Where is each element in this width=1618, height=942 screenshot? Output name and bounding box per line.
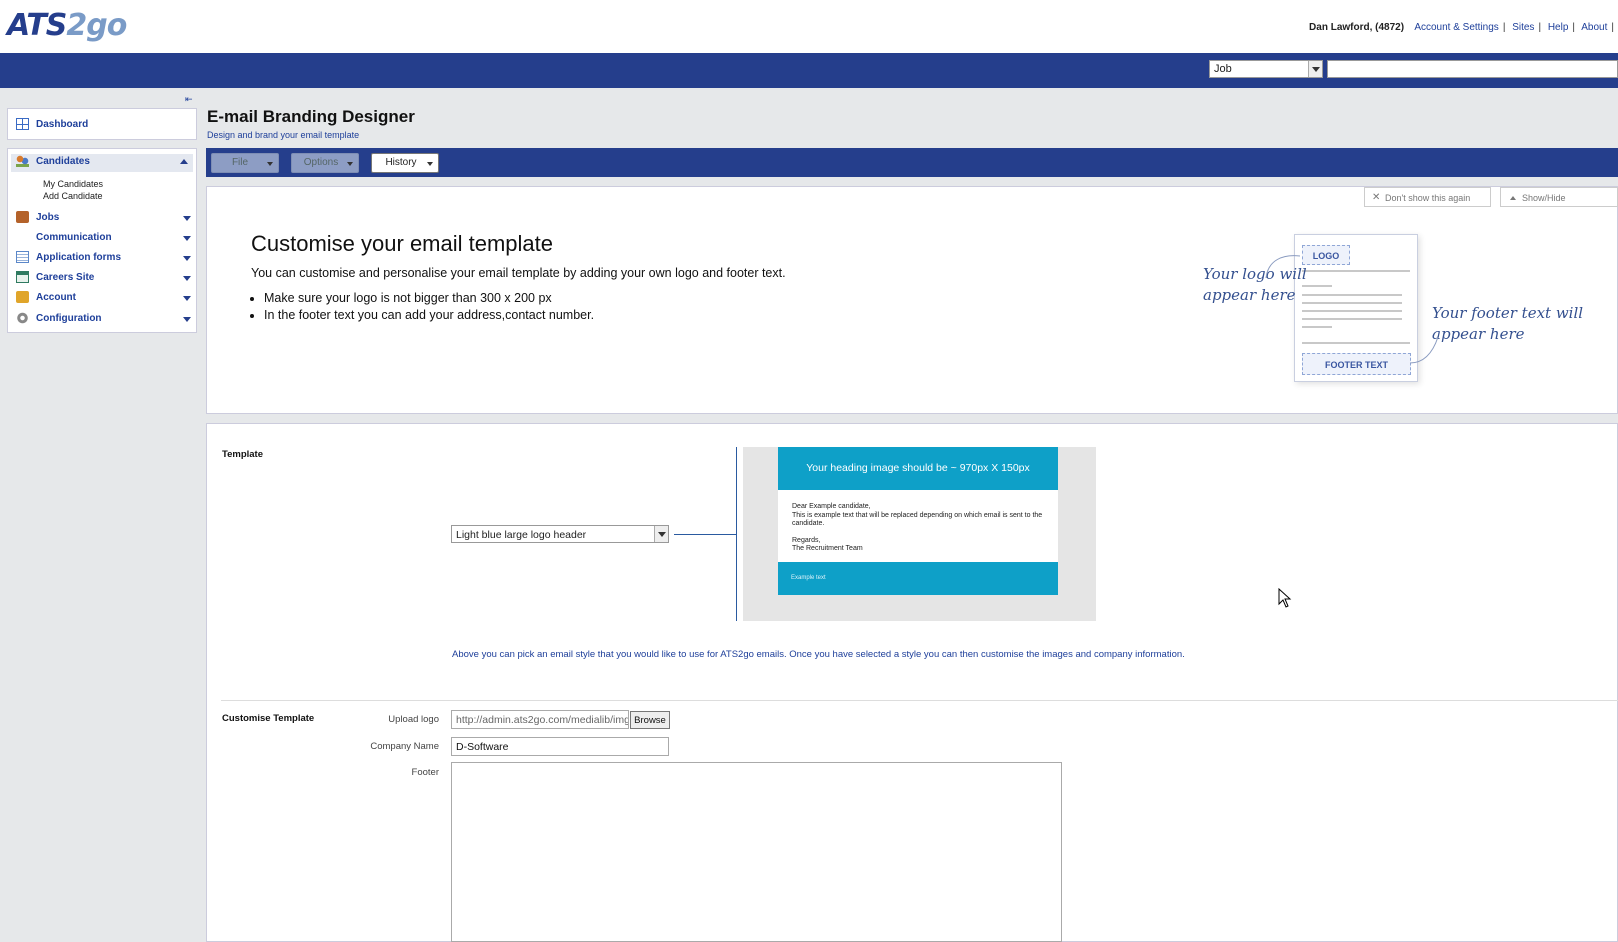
page-title: E-mail Branding Designer: [207, 107, 415, 126]
about-link[interactable]: About: [1581, 22, 1607, 33]
ats2go-logo[interactable]: ATS2go: [7, 8, 127, 43]
illustration-line: [1302, 342, 1410, 344]
template-style-select[interactable]: Light blue large logo header: [451, 525, 669, 543]
collapse-sidebar-icon[interactable]: ⇤: [185, 94, 193, 105]
company-name-field[interactable]: D-Software: [451, 737, 669, 756]
sidebar-item-careers-site[interactable]: Careers Site: [16, 270, 191, 288]
chevron-down-icon: [183, 276, 191, 281]
chevron-down-icon: [1308, 61, 1322, 77]
list-item: In the footer text you can add your addr…: [264, 308, 594, 322]
chevron-down-icon: [183, 256, 191, 261]
upload-logo-label: Upload logo: [388, 714, 439, 725]
chevron-down-icon: [654, 526, 668, 542]
sidebar-menu: Candidates My Candidates Add Candidate J…: [7, 148, 197, 333]
sidebar-item-application-forms[interactable]: Application forms: [16, 250, 191, 268]
dont-show-again-button[interactable]: ✕ Don't show this again: [1364, 187, 1491, 207]
illustration-line: [1302, 318, 1402, 320]
preview-heading: Your heading image should be ~ 970px X 1…: [778, 447, 1058, 490]
list-item: Make sure your logo is not bigger than 3…: [264, 291, 594, 305]
search-type-select[interactable]: Job: [1209, 60, 1323, 78]
show-hide-button[interactable]: Show/Hide: [1500, 187, 1618, 207]
close-icon: ✕: [1372, 192, 1381, 203]
preview-body: Dear Example candidate, This is example …: [778, 490, 1058, 562]
sidebar-item-communication[interactable]: Communication: [16, 230, 191, 248]
illustration-logo-box: LOGO: [1302, 245, 1350, 265]
footer-note: Your footer text will appear here: [1432, 304, 1584, 343]
illustration-arrow: [1409, 336, 1439, 364]
account-settings-link[interactable]: Account & Settings: [1414, 22, 1499, 33]
gear-icon: [16, 312, 29, 324]
file-menu-button[interactable]: File: [211, 153, 279, 173]
chevron-down-icon: [427, 162, 433, 166]
chevron-down-icon: [183, 216, 191, 221]
page-subtitle: Design and brand your email template: [207, 130, 360, 140]
illustration-footer-box: FOOTER TEXT: [1302, 353, 1411, 375]
template-label: Template: [222, 449, 264, 460]
chevron-down-icon: [347, 162, 353, 166]
search-input[interactable]: [1327, 60, 1618, 78]
intro-bullet-list: Make sure your logo is not bigger than 3…: [264, 291, 594, 325]
people-icon: [16, 155, 29, 167]
sidebar-item-dashboard[interactable]: Dashboard: [16, 117, 191, 135]
illustration-line: [1302, 294, 1402, 296]
preview-footer: Example text: [778, 562, 1058, 595]
chevron-up-icon: [180, 159, 188, 164]
dashboard-icon: [16, 118, 29, 130]
top-header: ATS2go Dan Lawford, (4872) Account & Set…: [0, 0, 1618, 53]
chevron-down-icon: [183, 317, 191, 322]
chevron-up-icon: [1510, 196, 1516, 200]
connector-line: [674, 534, 737, 535]
options-menu-button[interactable]: Options: [291, 153, 359, 173]
sidebar-item-jobs[interactable]: Jobs: [16, 210, 191, 228]
upload-logo-field[interactable]: http://admin.ats2go.com/medialib/img: [451, 710, 629, 729]
illustration-arrow: [1265, 255, 1301, 279]
briefcase-icon: [16, 211, 29, 223]
user-name: Dan Lawford, (4872): [1309, 22, 1405, 33]
sidebar-item-candidates[interactable]: Candidates: [11, 154, 193, 172]
illustration-line: [1302, 302, 1402, 304]
sidebar-item-configuration[interactable]: Configuration: [16, 311, 191, 329]
lock-icon: [16, 291, 29, 303]
chevron-down-icon: [267, 162, 273, 166]
footer-textarea[interactable]: [451, 762, 1062, 942]
illustration-line: [1302, 270, 1410, 272]
history-menu-button[interactable]: History: [371, 153, 439, 173]
browse-button[interactable]: Browse: [630, 711, 670, 729]
illustration-line: [1302, 326, 1332, 328]
chevron-down-icon: [183, 236, 191, 241]
site-icon: [16, 271, 29, 283]
sidebar-item-account[interactable]: Account: [16, 290, 191, 308]
sidebar-subitem-my-candidates[interactable]: My Candidates: [43, 179, 103, 189]
illustration-line: [1302, 310, 1402, 312]
mouse-cursor-icon: [1278, 588, 1292, 608]
customise-template-label: Customise Template: [222, 713, 315, 724]
chevron-down-icon: [183, 296, 191, 301]
intro-heading: Customise your email template: [251, 231, 554, 256]
template-help-text: Above you can pick an email style that y…: [452, 649, 1185, 660]
sidebar-dashboard-box: Dashboard: [7, 108, 197, 140]
footer-label: Footer: [411, 767, 439, 778]
form-icon: [16, 251, 29, 263]
intro-paragraph: You can customise and personalise your e…: [251, 266, 786, 280]
sites-link[interactable]: Sites: [1512, 22, 1534, 33]
sidebar-subitem-add-candidate[interactable]: Add Candidate: [43, 191, 103, 201]
help-link[interactable]: Help: [1548, 22, 1569, 33]
user-nav: Dan Lawford, (4872) Account & Settings | …: [1309, 22, 1614, 33]
company-name-label: Company Name: [370, 741, 439, 752]
divider: [221, 700, 1618, 701]
connector-line: [736, 447, 737, 621]
